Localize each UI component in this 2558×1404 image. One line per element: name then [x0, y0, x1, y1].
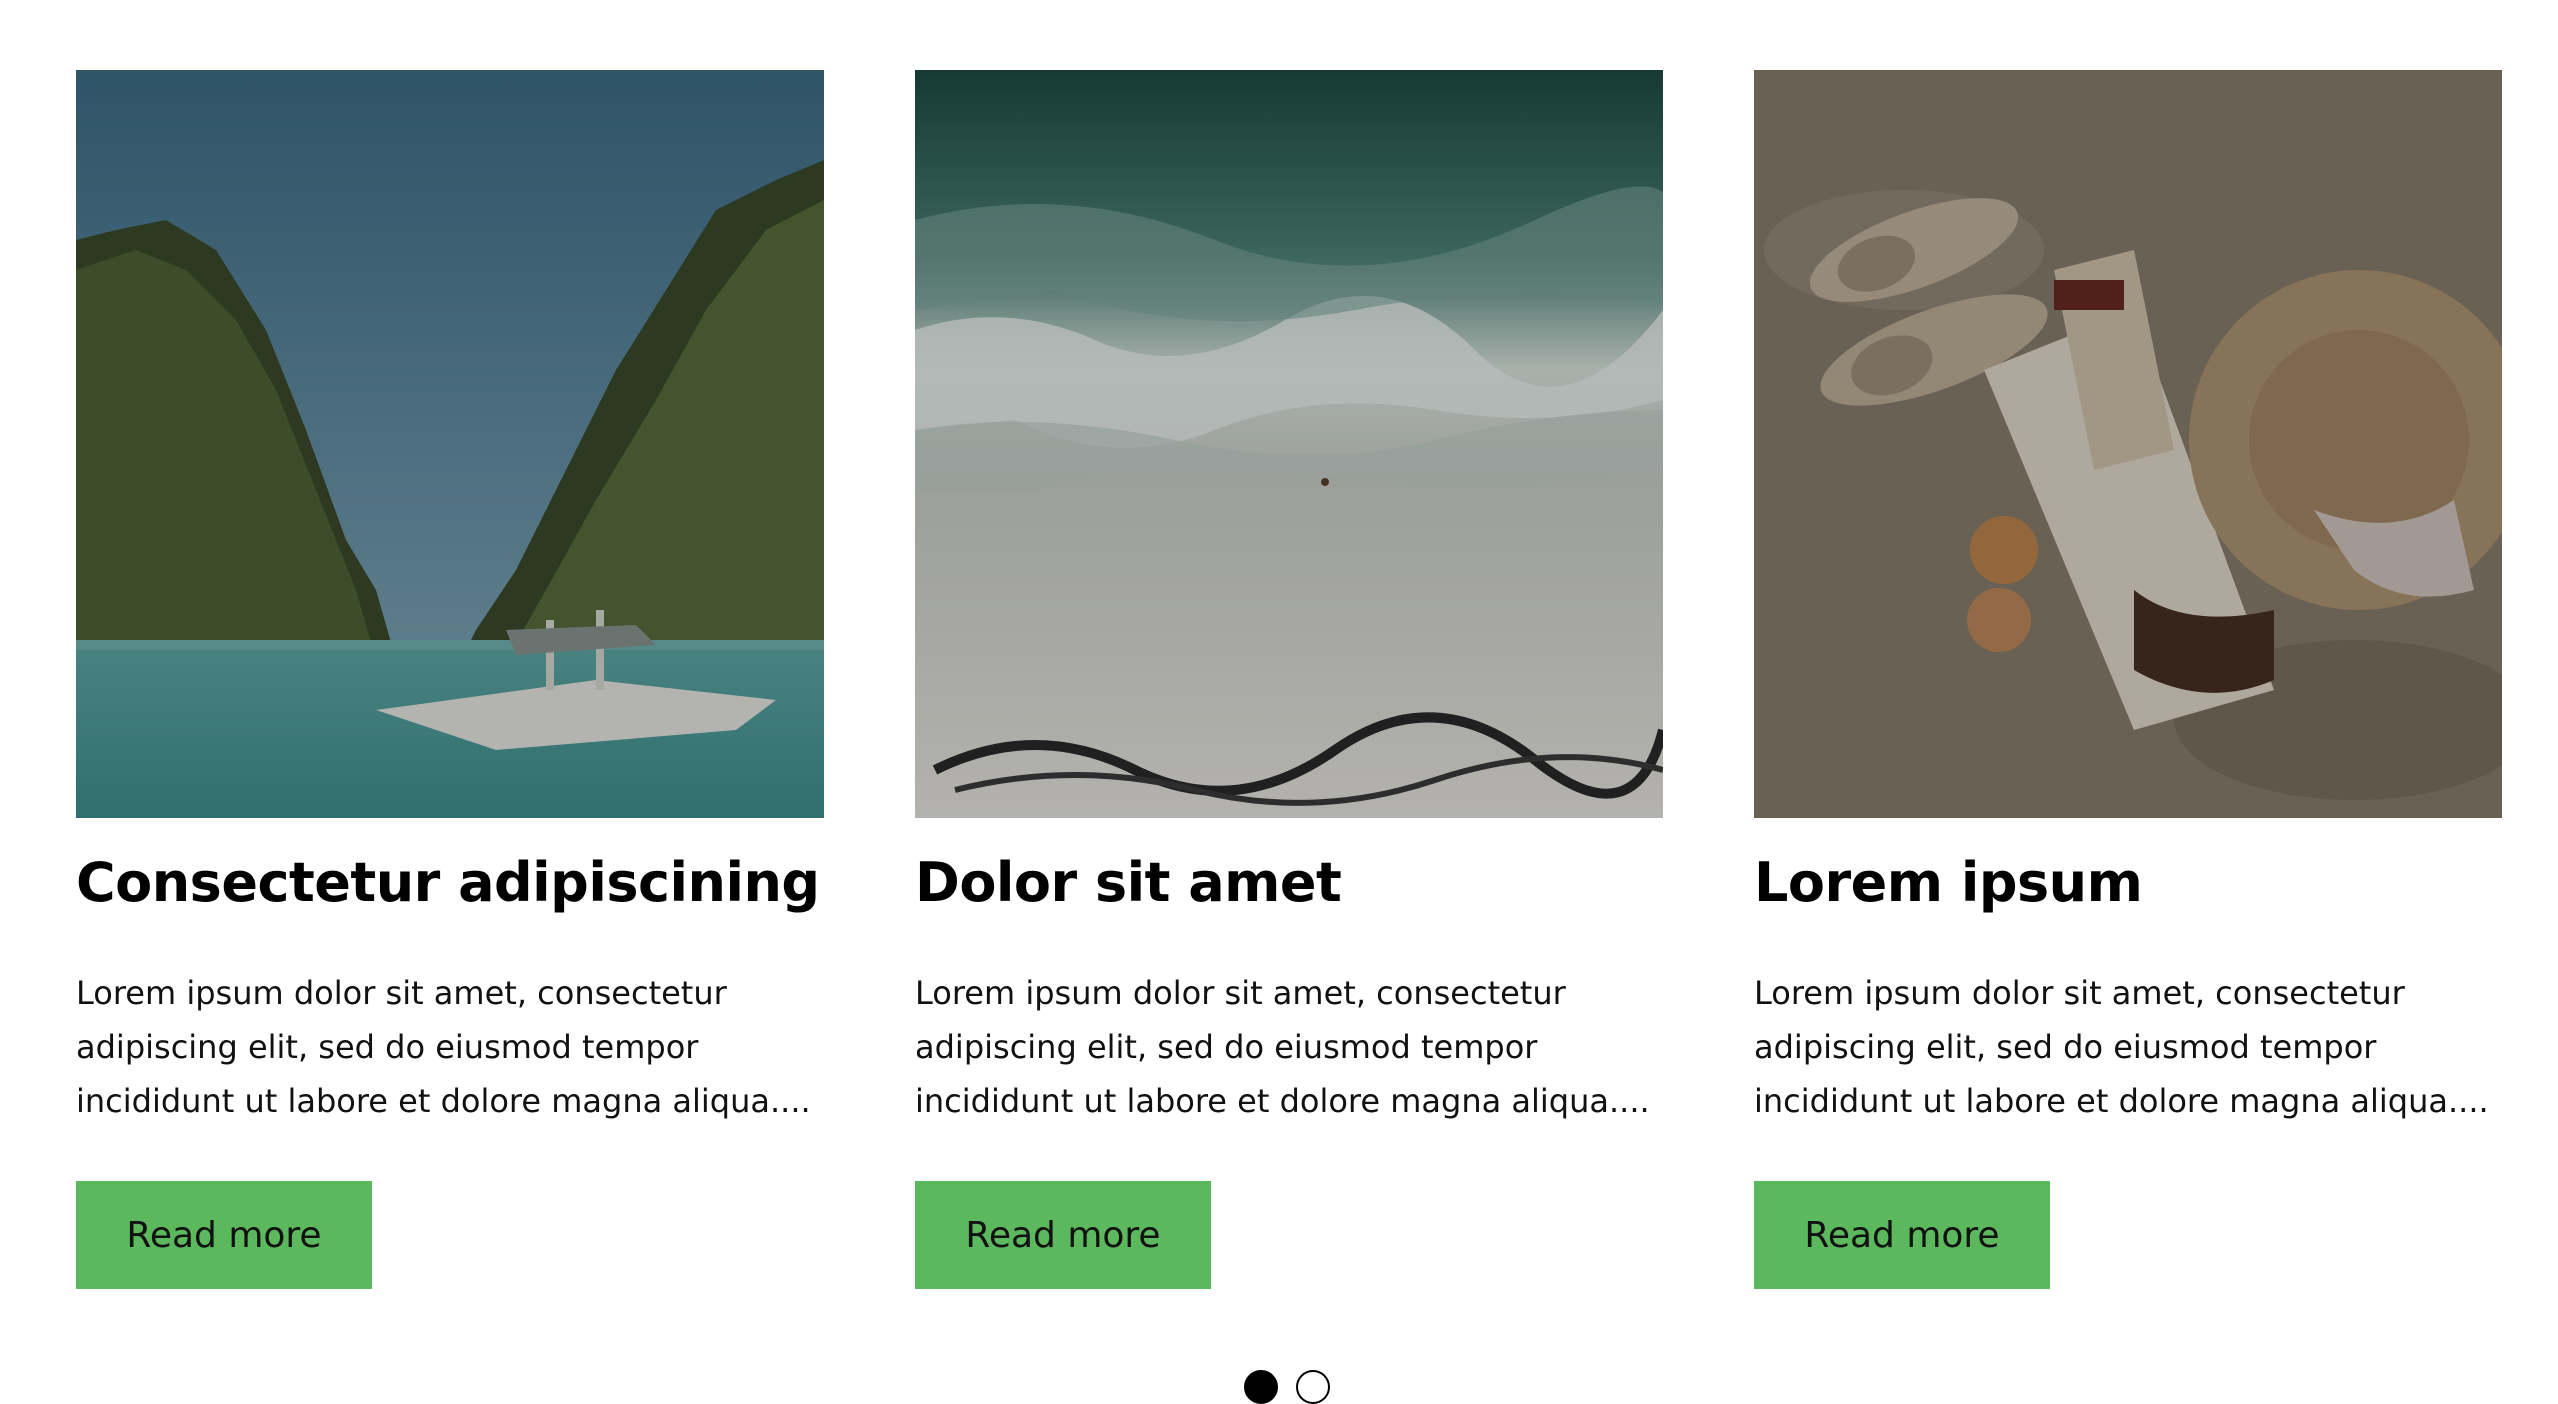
excerpt-line: adipiscing elit, sed do eiusmod tempor — [76, 1028, 699, 1066]
excerpt-line: Lorem ipsum dolor sit amet, consectetur — [1754, 974, 2405, 1012]
pagination-dot-1[interactable] — [1244, 1370, 1278, 1404]
excerpt-line: Lorem ipsum dolor sit amet, consectetur — [76, 974, 727, 1012]
excerpt-line: incididunt ut labore et dolore magna ali… — [915, 1082, 1650, 1120]
card: Dolor sit amet Lorem ipsum dolor sit ame… — [915, 70, 1663, 1289]
card: Lorem ipsum Lorem ipsum dolor sit amet, … — [1754, 70, 2502, 1289]
card-carousel: Consectetur adipiscining Lorem ipsum dol… — [0, 0, 2558, 1404]
read-more-button[interactable]: Read more — [915, 1181, 1211, 1289]
card-title: Dolor sit amet — [915, 851, 1342, 914]
pagination-dot-2[interactable] — [1296, 1370, 1330, 1404]
carousel-pagination — [1244, 1370, 1330, 1404]
card-title: Consectetur adipiscining — [76, 851, 820, 914]
excerpt-line: adipiscing elit, sed do eiusmod tempor — [915, 1028, 1538, 1066]
card-image[interactable] — [915, 70, 1663, 818]
card-excerpt: Lorem ipsum dolor sit amet, consectetur … — [76, 966, 836, 1128]
card-excerpt: Lorem ipsum dolor sit amet, consectetur … — [915, 966, 1675, 1128]
card-title: Lorem ipsum — [1754, 851, 2143, 914]
read-more-button[interactable]: Read more — [1754, 1181, 2050, 1289]
excerpt-line: adipiscing elit, sed do eiusmod tempor — [1754, 1028, 2377, 1066]
excerpt-line: Lorem ipsum dolor sit amet, consectetur — [915, 974, 1566, 1012]
card: Consectetur adipiscining Lorem ipsum dol… — [76, 70, 824, 1289]
read-more-button[interactable]: Read more — [76, 1181, 372, 1289]
lagoon-cliffs-photo — [76, 70, 824, 818]
beach-waves-photo — [915, 70, 1663, 818]
card-excerpt: Lorem ipsum dolor sit amet, consectetur … — [1754, 966, 2514, 1128]
card-image[interactable] — [1754, 70, 2502, 818]
beach-items-photo — [1754, 70, 2502, 818]
excerpt-line: incididunt ut labore et dolore magna ali… — [1754, 1082, 2489, 1120]
card-image[interactable] — [76, 70, 824, 818]
excerpt-line: incididunt ut labore et dolore magna ali… — [76, 1082, 811, 1120]
